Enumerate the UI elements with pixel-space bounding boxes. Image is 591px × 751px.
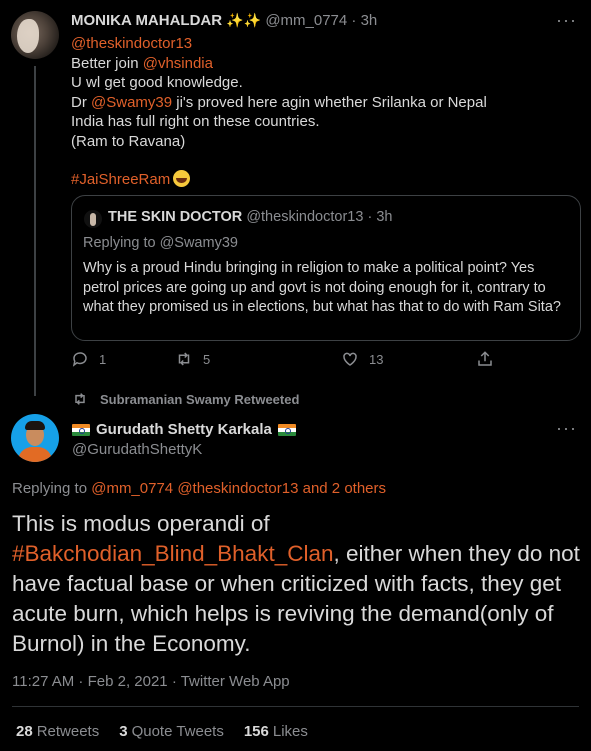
tweet-timestamp[interactable]: 11:27 AM · Feb 2, 2021 · Twitter Web App bbox=[12, 673, 290, 690]
quote-text: Why is a proud Hindu bringing in religio… bbox=[83, 260, 561, 315]
body-text: India has full right on these countries. bbox=[71, 113, 320, 130]
quote-author-handle: @theskindoctor13 bbox=[246, 209, 364, 225]
body-text: U wl get good knowledge. bbox=[71, 74, 243, 91]
reply-header: MONIKA MAHALDAR ✨✨ @mm_0774 · 3h bbox=[71, 12, 377, 29]
share-button[interactable] bbox=[476, 350, 494, 368]
more-options-icon[interactable]: ··· bbox=[556, 10, 577, 31]
mention-link[interactable]: @theskindoctor13 bbox=[71, 34, 571, 54]
retweet-icon bbox=[75, 393, 85, 405]
quoted-tweet[interactable]: THE SKIN DOCTOR @theskindoctor13 · 3h Re… bbox=[71, 195, 581, 341]
reply-tweet[interactable]: MONIKA MAHALDAR ✨✨ @mm_0774 · 3h ··· @th… bbox=[0, 0, 591, 396]
india-flag-icon bbox=[277, 423, 296, 436]
body-text: (Ram to Ravana) bbox=[71, 132, 186, 150]
reply-body: @theskindoctor13 Better join @vhsindia U… bbox=[71, 34, 571, 190]
reply-count: 1 bbox=[99, 351, 107, 367]
retweet-icon bbox=[178, 352, 190, 366]
tweet-text-line: This is modus operandi of bbox=[12, 511, 270, 536]
quote-time: 3h bbox=[376, 209, 393, 225]
likes-stat[interactable]: 156 Likes bbox=[244, 723, 308, 740]
author-name[interactable]: MONIKA MAHALDAR bbox=[71, 12, 222, 29]
retweet-count: 5 bbox=[203, 351, 211, 367]
divider bbox=[12, 706, 579, 707]
laughing-emoji-icon bbox=[173, 170, 191, 187]
body-text: Dr bbox=[71, 93, 91, 111]
hashtag-link[interactable]: #JaiShreeRam bbox=[71, 171, 170, 188]
retweet-button[interactable]: 5 bbox=[175, 350, 210, 368]
replying-to-mentions[interactable]: @mm_0774 @theskindoctor13 and 2 others bbox=[91, 480, 386, 497]
india-flag-icon bbox=[72, 423, 90, 436]
more-options-icon[interactable]: ··· bbox=[556, 418, 577, 439]
body-text: Better join bbox=[71, 54, 143, 72]
avatar[interactable] bbox=[11, 414, 59, 462]
hashtag-link[interactable]: #Bakchodian_Blind_Bhakt_Clan bbox=[12, 541, 333, 566]
action-bar: 1 5 13 bbox=[71, 350, 511, 370]
share-icon bbox=[478, 351, 492, 366]
avatar[interactable] bbox=[11, 11, 59, 59]
body-text: ji's proved here agin whether Srilanka o… bbox=[172, 93, 487, 111]
reply-button[interactable]: 1 bbox=[71, 350, 106, 368]
quote-header: THE SKIN DOCTOR @theskindoctor13 · 3h bbox=[108, 209, 392, 225]
author-handle[interactable]: @mm_0774 bbox=[265, 12, 347, 29]
separator-dot: · bbox=[367, 209, 373, 225]
author-handle[interactable]: @GurudathShettyK bbox=[72, 441, 202, 458]
heart-icon bbox=[343, 352, 357, 366]
author-name: Gurudath Shetty Karkala bbox=[96, 421, 272, 438]
mention-link[interactable]: @vhsindia bbox=[143, 55, 213, 72]
thread-line bbox=[34, 66, 36, 396]
like-count: 13 bbox=[369, 351, 384, 367]
quote-tweets-stat[interactable]: 3 Quote Tweets bbox=[119, 723, 224, 740]
author-name-row[interactable]: Gurudath Shetty Karkala bbox=[72, 421, 296, 438]
retweets-stat[interactable]: 28 Retweets bbox=[16, 723, 99, 740]
quote-avatar bbox=[84, 210, 102, 228]
replying-to-label: Replying to bbox=[12, 480, 92, 497]
reply-icon bbox=[72, 352, 87, 367]
separator-dot: · bbox=[351, 12, 357, 29]
mention-link[interactable]: @Swamy39 bbox=[91, 94, 172, 111]
quote-author-name: THE SKIN DOCTOR bbox=[108, 209, 243, 225]
replying-to: Replying to @mm_0774 @theskindoctor13 an… bbox=[12, 480, 386, 497]
like-button[interactable]: 13 bbox=[341, 350, 383, 368]
sparkle-emoji: ✨✨ bbox=[226, 12, 262, 28]
tweet-stats: 28 Retweets 3 Quote Tweets 156 Likes bbox=[16, 723, 308, 740]
tweet-time[interactable]: 3h bbox=[361, 12, 378, 29]
retweeted-banner[interactable]: Subramanian Swamy Retweeted bbox=[72, 391, 299, 407]
quote-replying-to: Replying to @Swamy39 bbox=[83, 235, 238, 251]
tweet-text: This is modus operandi of #Bakchodian_Bl… bbox=[12, 509, 587, 659]
retweeted-by-label: Subramanian Swamy Retweeted bbox=[100, 391, 300, 407]
